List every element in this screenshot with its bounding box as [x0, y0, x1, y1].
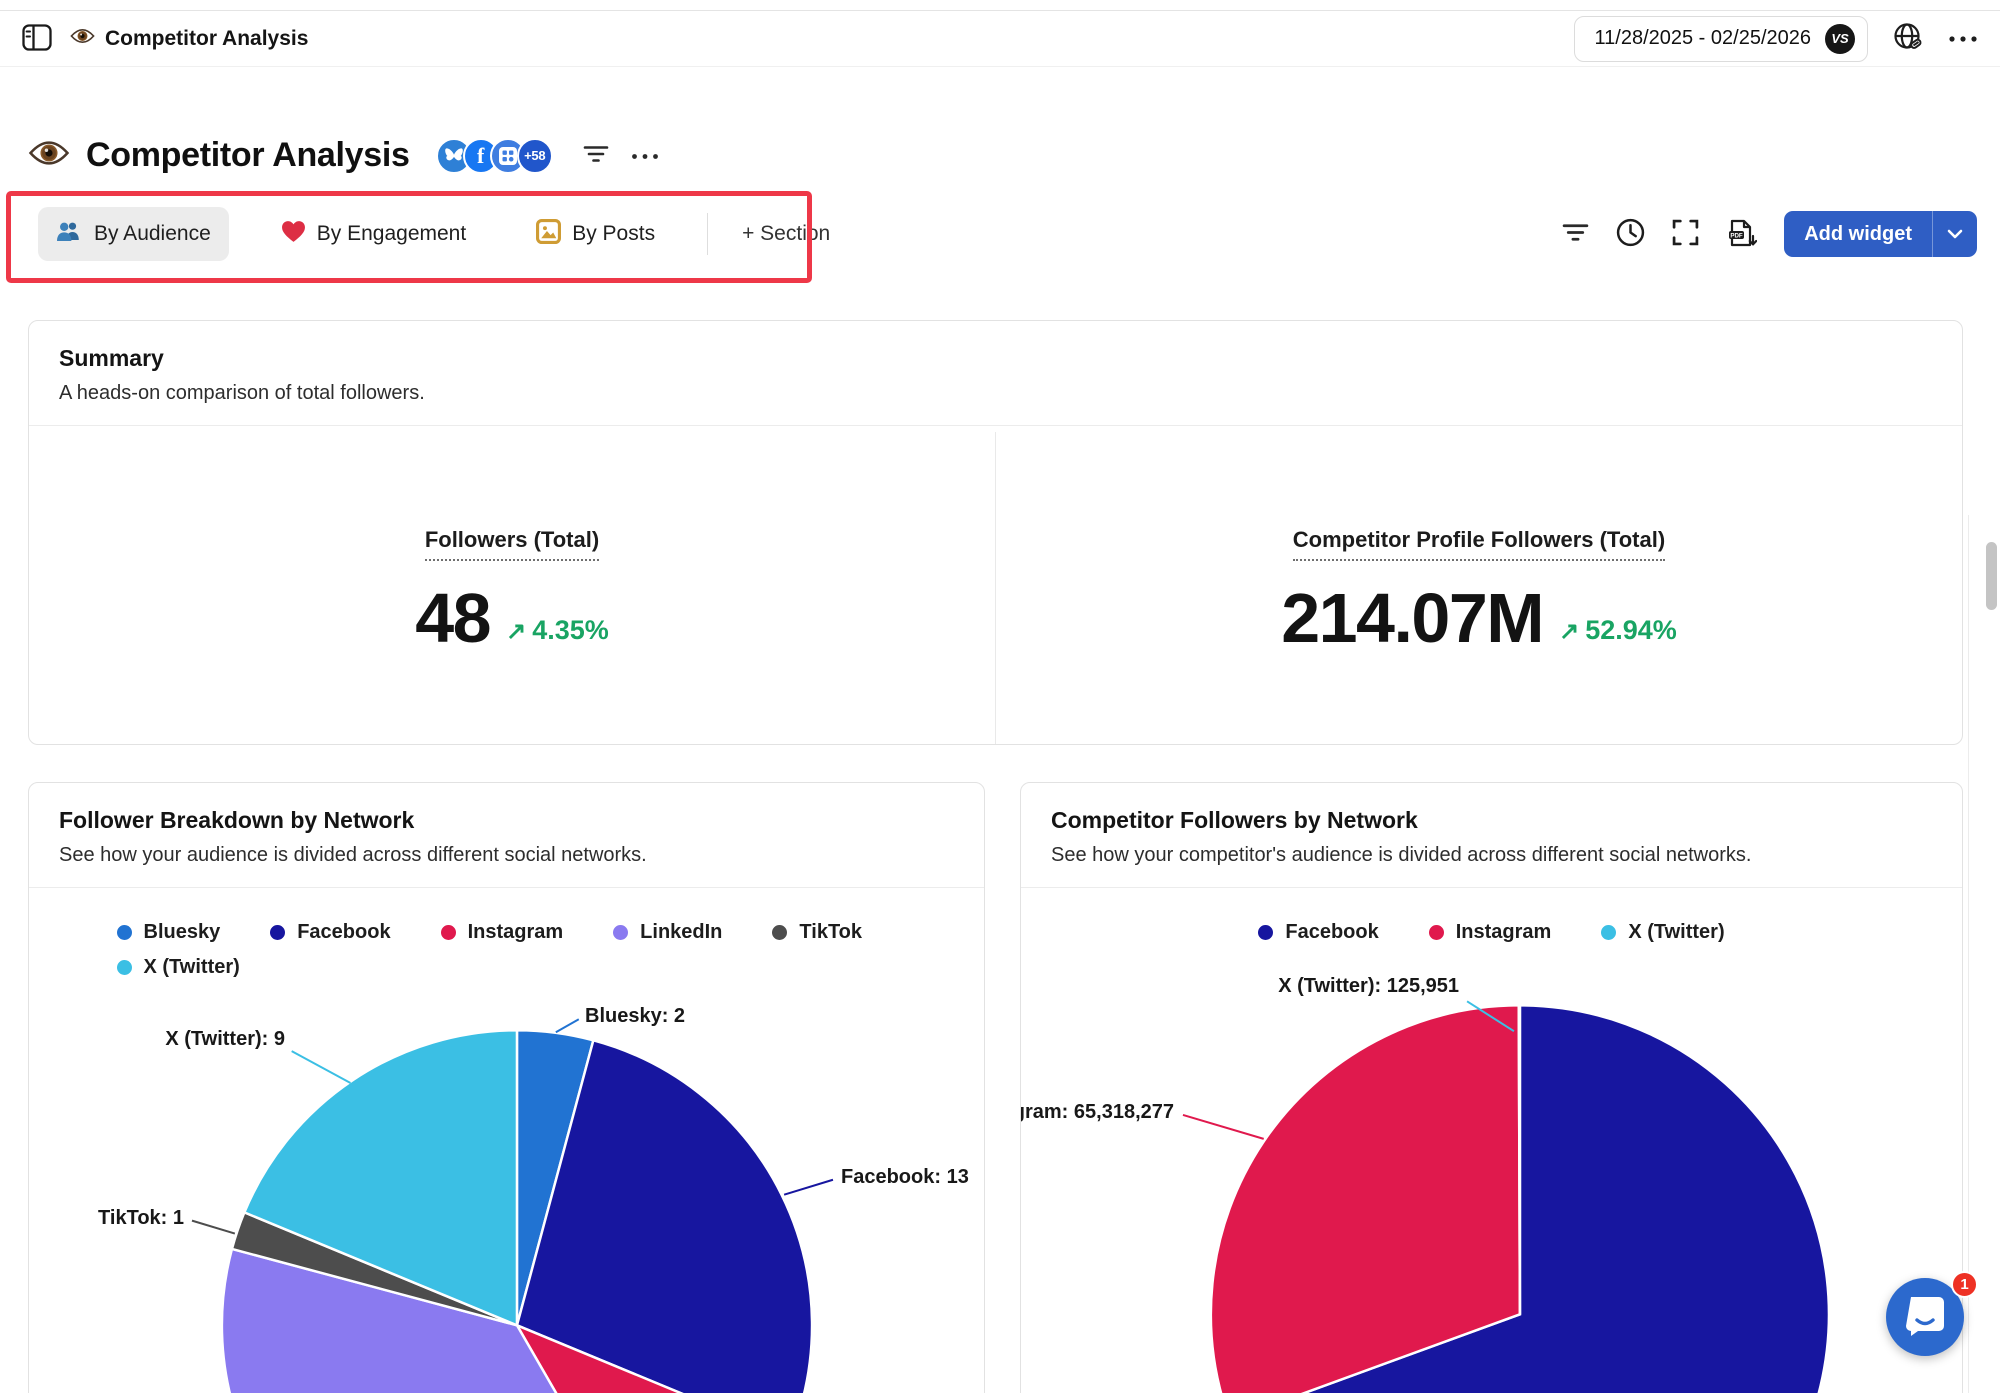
summary-card: Summary A heads-on comparison of total f…	[28, 320, 1963, 745]
pie-label-leader-line	[1183, 1115, 1264, 1139]
add-widget-caret[interactable]	[1933, 211, 1977, 257]
top-bar: Competitor Analysis 11/28/2025 - 02/25/2…	[0, 11, 2000, 67]
globe-link-icon	[1892, 21, 1924, 56]
scrollbar-track	[1968, 515, 1969, 1393]
tab-label: By Engagement	[317, 222, 466, 246]
avatar-more-count: +58	[517, 138, 553, 174]
competitor-followers-card: Competitor Followers by Network See how …	[1020, 782, 1963, 1393]
tab-label: By Audience	[94, 222, 211, 246]
title-more-button[interactable]	[631, 148, 659, 163]
pie-label-leader-line	[192, 1221, 235, 1234]
pie-chart-competitor-followers[interactable]	[1021, 783, 1962, 1393]
ellipsis-icon	[631, 148, 659, 163]
pie-label-instagram: Instagram: 65,318,277	[1020, 1101, 1174, 1124]
kpi-followers-total: Followers (Total) 48 ↗ 4.35%	[29, 432, 996, 744]
filter-icon	[1562, 223, 1589, 245]
people-icon	[56, 220, 83, 248]
export-pdf-icon: PDF	[1726, 218, 1757, 251]
card-title: Summary	[59, 345, 1932, 372]
toolbar-fullscreen-button[interactable]	[1672, 219, 1699, 249]
toolbar-history-button[interactable]	[1616, 218, 1645, 250]
panel-left-icon	[22, 24, 52, 54]
pie-chart-follower-breakdown[interactable]	[29, 783, 984, 1393]
date-range-button[interactable]: 11/28/2025 - 02/25/2026 VS	[1574, 16, 1868, 62]
pie-label-x-twitter: X (Twitter): 9	[165, 1028, 285, 1051]
kpi-value: 48	[415, 587, 490, 650]
pie-label-bluesky: Bluesky: 2	[585, 1005, 685, 1028]
date-range-text: 11/28/2025 - 02/25/2026	[1595, 27, 1811, 50]
kpi-change: ↗ 4.35%	[506, 615, 609, 650]
kpi-competitor-followers-total: Competitor Profile Followers (Total) 214…	[996, 432, 1962, 744]
pie-label-leader-line	[784, 1180, 833, 1195]
pie-slice-x-twitter-[interactable]	[1519, 1005, 1520, 1314]
kpi-change: ↗ 52.94%	[1559, 615, 1677, 650]
tab-divider	[707, 213, 708, 255]
ellipsis-icon	[1948, 31, 1978, 46]
clock-icon	[1616, 218, 1645, 250]
chevron-down-icon	[1947, 229, 1963, 239]
add-section-button[interactable]: + Section	[742, 222, 830, 246]
sidebar-toggle-button[interactable]	[22, 24, 52, 54]
add-widget-label: Add widget	[1784, 211, 1932, 257]
toolbar-export-pdf-button[interactable]: PDF	[1726, 218, 1757, 251]
page-title-row: Competitor Analysis f +58	[28, 136, 659, 175]
share-public-button[interactable]	[1892, 21, 1924, 56]
follower-breakdown-card: Follower Breakdown by Network See how yo…	[28, 782, 985, 1393]
breadcrumb[interactable]: Competitor Analysis	[70, 27, 308, 51]
framed-picture-icon	[536, 219, 561, 250]
toolbar-filter-button[interactable]	[1562, 223, 1589, 245]
pie-label-leader-line	[292, 1051, 351, 1083]
fullscreen-icon	[1672, 219, 1699, 249]
network-avatars[interactable]: f +58	[436, 138, 553, 174]
tabs-bar: By Audience By Engagement By Posts + Sec…	[0, 190, 2000, 284]
filter-icon	[583, 145, 609, 166]
pie-label-facebook: Facebook: 13	[841, 1166, 969, 1189]
tab-by-audience[interactable]: By Audience	[38, 207, 229, 261]
trend-up-icon: ↗	[1559, 617, 1579, 646]
page-title: Competitor Analysis	[86, 136, 410, 175]
eye-icon	[70, 27, 95, 51]
eye-icon-large	[28, 138, 70, 173]
kpi-value: 214.07M	[1281, 587, 1543, 650]
card-subtitle: A heads-on comparison of total followers…	[59, 382, 1932, 405]
kpi-label[interactable]: Followers (Total)	[425, 527, 599, 561]
heart-icon	[281, 220, 306, 249]
vs-badge: VS	[1825, 24, 1855, 54]
trend-up-icon: ↗	[506, 617, 526, 646]
tab-by-posts[interactable]: By Posts	[518, 206, 673, 263]
kpi-label[interactable]: Competitor Profile Followers (Total)	[1293, 527, 1665, 561]
tab-label: By Posts	[572, 222, 655, 246]
title-filter-button[interactable]	[583, 145, 609, 166]
tab-by-engagement[interactable]: By Engagement	[263, 207, 484, 262]
scrollbar-thumb[interactable]	[1986, 542, 1997, 610]
add-widget-button[interactable]: Add widget	[1784, 211, 1977, 257]
breadcrumb-title: Competitor Analysis	[105, 27, 308, 51]
chat-notification-badge: 1	[1951, 1271, 1978, 1298]
pie-label-tiktok: TikTok: 1	[98, 1207, 184, 1230]
pie-label-leader-line	[556, 1019, 579, 1032]
pie-label-x-twitter: X (Twitter): 125,951	[1278, 975, 1459, 998]
header-more-button[interactable]	[1948, 31, 1978, 46]
svg-text:PDF: PDF	[1731, 232, 1744, 239]
chat-bubble-icon	[1904, 1293, 1946, 1342]
